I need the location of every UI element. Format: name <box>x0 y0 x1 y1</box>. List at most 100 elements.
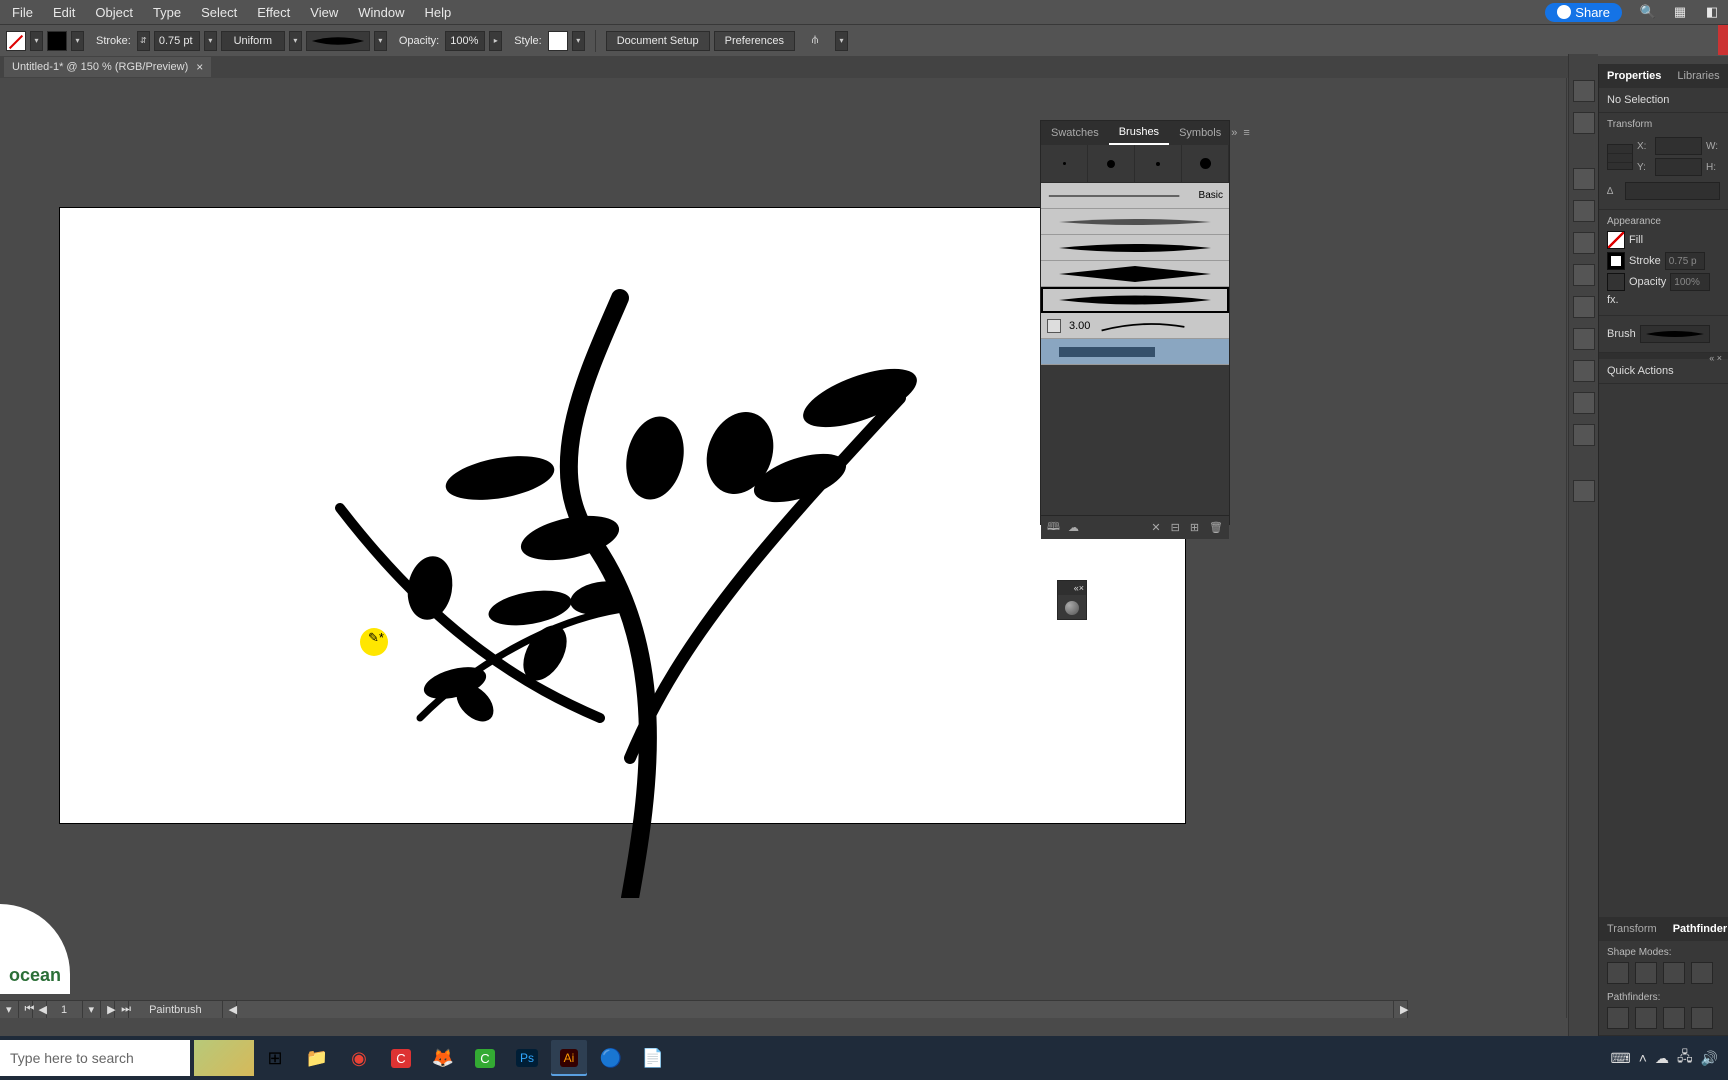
tab-transform-bottom[interactable]: Transform <box>1599 917 1665 941</box>
scroll-left-button[interactable]: ◀ <box>223 1001 237 1018</box>
x-input[interactable] <box>1655 137 1702 155</box>
tab-symbols[interactable]: Symbols <box>1169 121 1231 145</box>
opacity-input[interactable] <box>445 31 485 51</box>
fill-swatch-prop[interactable] <box>1607 231 1625 249</box>
libraries-panel-icon[interactable]: ☁ <box>1068 521 1079 534</box>
mini-panel-close-icon[interactable]: × <box>1079 583 1084 593</box>
exclude-button[interactable] <box>1691 962 1713 984</box>
profile-dropdown[interactable]: Uniform <box>221 31 285 51</box>
taskbar-search[interactable]: Type here to search <box>0 1040 190 1076</box>
stroke-weight-dropdown[interactable]: ▾ <box>204 31 217 51</box>
brush-basic[interactable]: Basic <box>1041 183 1229 209</box>
brush-thumb-prop[interactable] <box>1640 325 1710 343</box>
style-swatch[interactable] <box>548 31 568 51</box>
canvas-area[interactable]: ocean ▾ ⏮ ◀ 1 ▾ ▶ ⏭ Paintbrush ◀ ▶ <box>0 78 1568 1018</box>
brush-taper-3-active[interactable] <box>1041 287 1229 313</box>
trim-button[interactable] <box>1635 1007 1657 1029</box>
menu-object[interactable]: Object <box>85 5 143 20</box>
brush-point-oval[interactable]: 3.00 <box>1041 313 1229 339</box>
stroke-dropdown[interactable]: ▾ <box>71 31 84 51</box>
align-caret[interactable]: ▾ <box>835 31 848 51</box>
brush-options-icon[interactable]: ⊟ <box>1171 521 1180 534</box>
prev-artboard-button[interactable]: ◀ <box>33 1001 47 1018</box>
opacity-caret[interactable]: ▸ <box>489 31 502 51</box>
dock-gradient-icon[interactable] <box>1573 200 1595 222</box>
tab-properties[interactable]: Properties <box>1599 64 1669 88</box>
brush-definition-dropdown[interactable] <box>306 31 370 51</box>
unite-button[interactable] <box>1607 962 1629 984</box>
stroke-weight-prop[interactable]: 0.75 p <box>1665 252 1705 270</box>
brush-dot-3[interactable] <box>1135 145 1182 182</box>
delete-brush-icon[interactable]: 🗑 <box>1209 521 1223 534</box>
dock-paragraph-icon[interactable] <box>1573 112 1595 134</box>
dock-transparency-icon[interactable] <box>1573 264 1595 286</box>
menu-edit[interactable]: Edit <box>43 5 85 20</box>
new-brush-icon[interactable]: ⊞ <box>1190 521 1199 534</box>
dock-character-icon[interactable] <box>1573 80 1595 102</box>
workspace-switcher-icon[interactable]: ◧ <box>1700 0 1724 24</box>
merge-button[interactable] <box>1663 1007 1685 1029</box>
stroke-swatch-prop[interactable] <box>1607 252 1625 270</box>
h-scrollbar[interactable] <box>237 1001 1394 1018</box>
task-view-icon[interactable]: ⊞ <box>257 1040 293 1076</box>
stroke-swatch[interactable] <box>47 31 67 51</box>
tray-keyboard-icon[interactable]: ⌨ <box>1611 1050 1631 1067</box>
brush-taper-2[interactable] <box>1041 261 1229 287</box>
taskbar-weather[interactable] <box>194 1040 254 1076</box>
illustrator-icon[interactable]: Ai <box>551 1040 587 1076</box>
dock-stroke-icon[interactable] <box>1573 232 1595 254</box>
document-tab[interactable]: Untitled-1* @ 150 % (RGB/Preview) × <box>4 57 211 77</box>
fx-button[interactable]: fx. <box>1607 294 1619 306</box>
brush-dot-2[interactable] <box>1088 145 1135 182</box>
panel-close-icon[interactable]: × <box>1717 353 1722 359</box>
crop-button[interactable] <box>1691 1007 1713 1029</box>
search-icon[interactable]: 🔍 <box>1636 0 1660 24</box>
photoshop-icon[interactable]: Ps <box>509 1040 545 1076</box>
dock-appearance-icon[interactable] <box>1573 296 1595 318</box>
dock-comments-icon[interactable] <box>1573 480 1595 502</box>
brush-dropdown-caret[interactable]: ▾ <box>374 31 387 51</box>
tray-volume-icon[interactable]: 🔊 <box>1701 1050 1718 1067</box>
tab-libraries[interactable]: Libraries <box>1669 64 1727 88</box>
menu-select[interactable]: Select <box>191 5 247 20</box>
panel-menu-icon[interactable]: ≡ <box>1243 127 1249 139</box>
menu-help[interactable]: Help <box>414 5 461 20</box>
panel-collapse-icon[interactable]: « <box>1709 353 1714 359</box>
tab-swatches[interactable]: Swatches <box>1041 121 1109 145</box>
menu-type[interactable]: Type <box>143 5 191 20</box>
y-input[interactable] <box>1655 158 1702 176</box>
brush-taper-1[interactable] <box>1041 235 1229 261</box>
menu-window[interactable]: Window <box>348 5 414 20</box>
notepad-icon[interactable]: 📄 <box>635 1040 671 1076</box>
file-explorer-icon[interactable]: 📁 <box>299 1040 335 1076</box>
app-green-icon[interactable]: C <box>467 1040 503 1076</box>
brush-libraries-icon[interactable]: 🕮 <box>1047 518 1060 537</box>
tray-up-icon[interactable]: ˄ <box>1639 1050 1647 1066</box>
artboard-dropdown[interactable]: ▾ <box>83 1001 102 1018</box>
chrome-icon[interactable]: ◉ <box>341 1040 377 1076</box>
preferences-button[interactable]: Preferences <box>714 31 795 51</box>
dock-color-icon[interactable] <box>1573 168 1595 190</box>
scroll-right-button[interactable]: ▶ <box>1394 1001 1408 1018</box>
next-artboard-button[interactable]: ▶ <box>101 1001 115 1018</box>
artboard-number-input[interactable]: 1 <box>47 1001 83 1018</box>
opacity-icon[interactable] <box>1607 273 1625 291</box>
brush-pattern-selected[interactable] <box>1041 339 1229 365</box>
profile-dropdown-caret[interactable]: ▾ <box>289 31 302 51</box>
intersect-button[interactable] <box>1663 962 1685 984</box>
app-circle-icon[interactable]: 🔵 <box>593 1040 629 1076</box>
divide-button[interactable] <box>1607 1007 1629 1029</box>
fill-dropdown[interactable]: ▾ <box>30 31 43 51</box>
tab-pathfinder[interactable]: Pathfinder <box>1665 917 1728 941</box>
zoom-dropdown[interactable]: ▾ <box>0 1001 19 1018</box>
stroke-weight-input[interactable] <box>154 31 200 51</box>
dock-layers-icon[interactable] <box>1573 360 1595 382</box>
app-red-icon[interactable]: C <box>383 1040 419 1076</box>
document-setup-button[interactable]: Document Setup <box>606 31 710 51</box>
first-artboard-button[interactable]: ⏮ <box>19 1001 33 1018</box>
dock-asset-export-icon[interactable] <box>1573 392 1595 414</box>
firefox-icon[interactable]: 🦊 <box>425 1040 461 1076</box>
menu-view[interactable]: View <box>300 5 348 20</box>
angle-input[interactable] <box>1625 182 1720 200</box>
arrange-docs-icon[interactable]: ▦ <box>1668 0 1692 24</box>
